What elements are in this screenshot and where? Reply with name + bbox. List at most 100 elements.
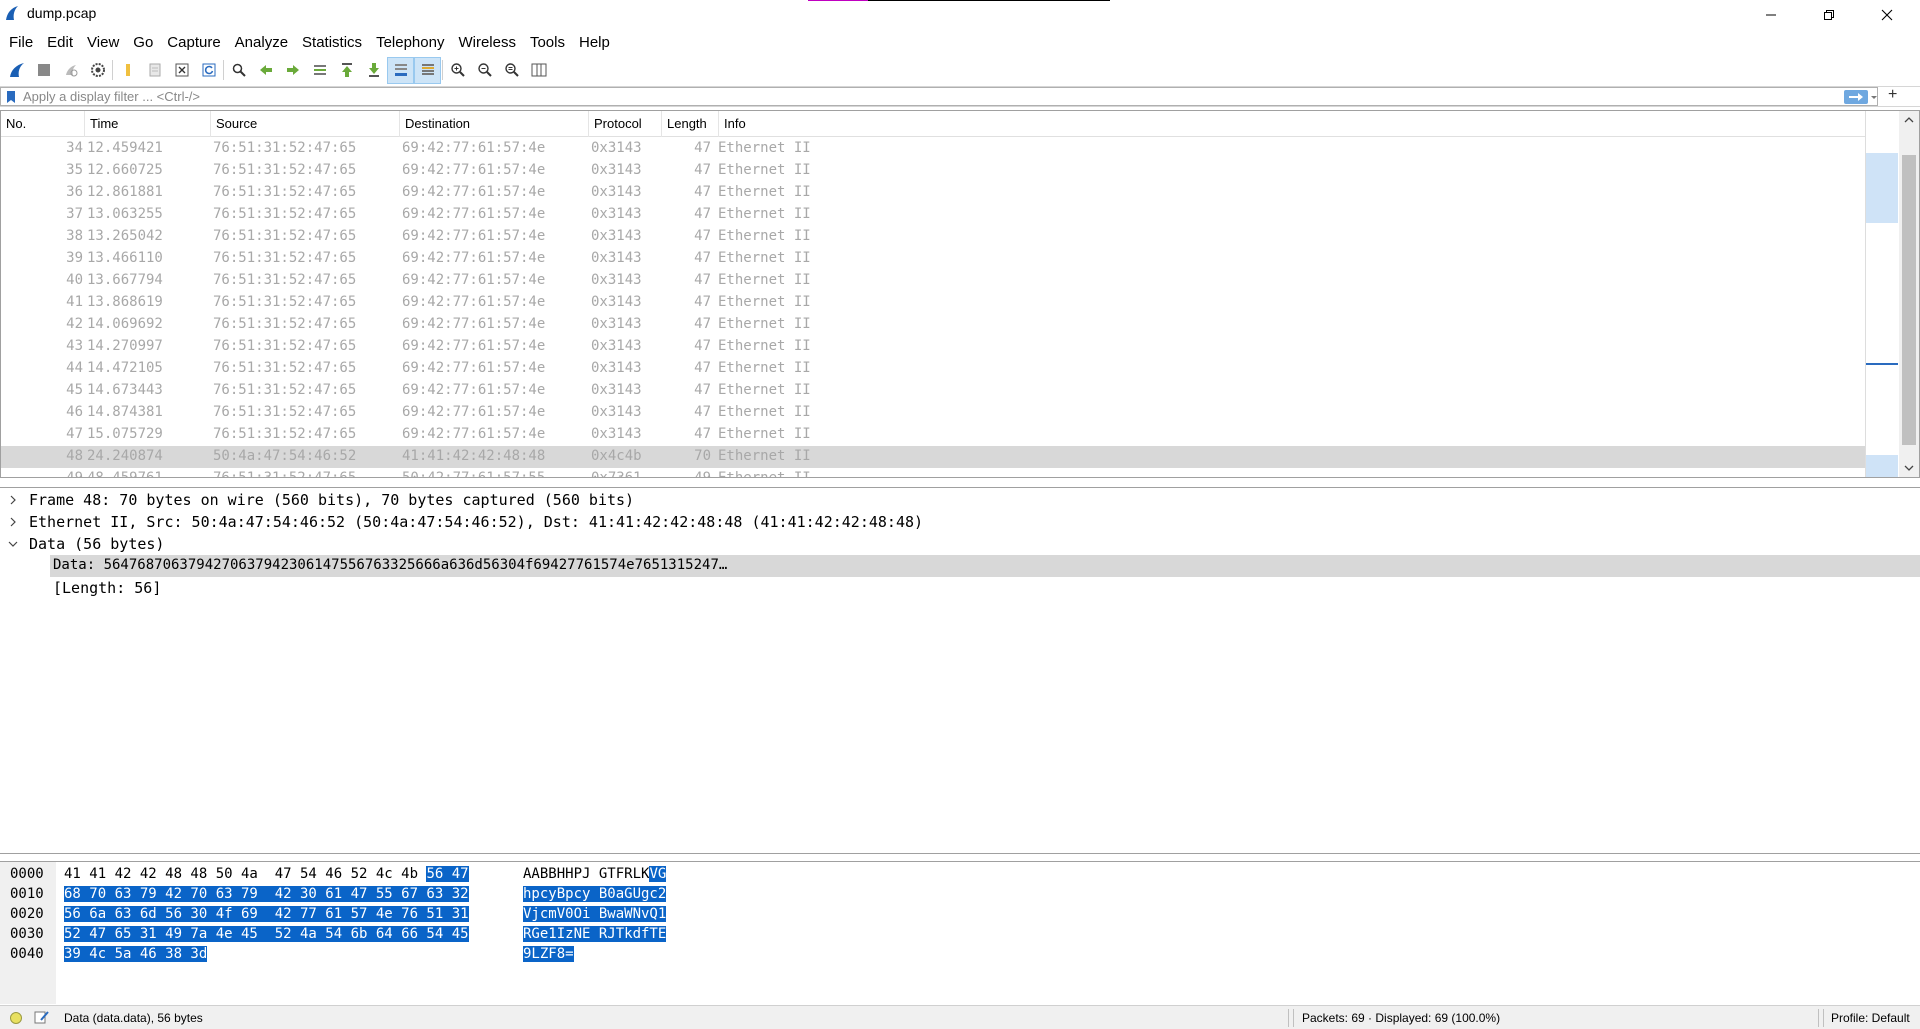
tree-item-length[interactable]: [Length: 56] — [0, 577, 1920, 599]
restart-capture-button[interactable] — [57, 57, 84, 84]
packet-row[interactable]: 37 13.063255 76:51:31:52:47:65 69:42:77:61:… — [1, 204, 1865, 226]
menu-view[interactable]: View — [80, 32, 126, 53]
packet-row[interactable]: 40 13.667794 76:51:31:52:47:65 69:42:77:61:… — [1, 270, 1865, 292]
ascii-bytes[interactable]: hpcyBpcy B0aGUgc2 — [523, 886, 667, 902]
add-filter-button[interactable]: + — [1888, 86, 1897, 104]
save-file-button[interactable] — [141, 57, 168, 84]
stop-capture-button[interactable] — [30, 57, 57, 84]
cell-info: Ethernet II — [718, 316, 811, 332]
close-file-button[interactable] — [168, 57, 195, 84]
cell-source: 76:51:31:52:47:65 — [213, 272, 357, 288]
chevron-right-icon[interactable] — [6, 493, 20, 507]
menu-help[interactable]: Help — [572, 32, 617, 53]
zoom-in-button[interactable] — [444, 57, 471, 84]
cell-no: 39 — [66, 250, 83, 266]
close-button[interactable] — [1864, 0, 1910, 29]
colorize-button[interactable] — [414, 56, 441, 84]
tree-item-data-value[interactable]: Data: 5647687063794270637942306147556763… — [0, 555, 1920, 577]
status-divider — [1288, 1009, 1289, 1027]
resize-columns-button[interactable] — [525, 57, 552, 84]
start-capture-button[interactable] — [3, 57, 30, 84]
go-forward-button[interactable] — [279, 57, 306, 84]
open-file-button[interactable] — [114, 57, 141, 84]
hex-bytes[interactable]: 52 47 65 31 49 7a 4e 45 52 4a 54 6b 64 6… — [64, 926, 469, 942]
menu-file[interactable]: File — [2, 32, 40, 53]
cell-protocol: 0x3143 — [591, 338, 642, 354]
ascii-bytes[interactable]: RGe1IzNE RJTkdfTE — [523, 926, 667, 942]
save-file-icon — [149, 63, 160, 77]
reload-file-button[interactable] — [195, 57, 222, 84]
menu-telephony[interactable]: Telephony — [369, 32, 451, 53]
edit-comment-icon[interactable] — [34, 1010, 50, 1024]
packet-row[interactable]: 35 12.660725 76:51:31:52:47:65 69:42:77:61:… — [1, 160, 1865, 182]
column-header-info[interactable]: Info — [719, 111, 1865, 137]
ascii-bytes[interactable]: VjcmV0Oi BwaWNvQ1 — [523, 906, 667, 922]
column-header-destination[interactable]: Destination — [400, 111, 589, 137]
menu-wireless[interactable]: Wireless — [451, 32, 523, 53]
column-header-length[interactable]: Length — [662, 111, 719, 137]
packet-row[interactable]: 36 12.861881 76:51:31:52:47:65 69:42:77:61:… — [1, 182, 1865, 204]
packet-row[interactable]: 41 13.868619 76:51:31:52:47:65 69:42:77:61:… — [1, 292, 1865, 314]
menu-tools[interactable]: Tools — [523, 32, 572, 53]
menu-capture[interactable]: Capture — [160, 32, 227, 53]
scrollbar-thumb[interactable] — [1902, 155, 1916, 445]
last-packet-button[interactable] — [360, 57, 387, 84]
packet-row[interactable]: 45 14.673443 76:51:31:52:47:65 69:42:77:61:… — [1, 380, 1865, 402]
minimize-button[interactable] — [1748, 0, 1794, 29]
chevron-down-icon[interactable] — [6, 537, 20, 551]
scroll-down-icon[interactable] — [1904, 463, 1914, 473]
cell-destination: 69:42:77:61:57:4e — [402, 272, 546, 288]
packet-list-scrollbar[interactable] — [1899, 111, 1919, 477]
status-profile[interactable]: Profile: Default — [1831, 1011, 1910, 1025]
bookmark-icon[interactable] — [6, 90, 16, 104]
scroll-up-icon[interactable] — [1904, 115, 1914, 125]
find-packet-button[interactable] — [225, 57, 252, 84]
cell-source: 76:51:31:52:47:65 — [213, 426, 357, 442]
cell-destination: 69:42:77:61:57:4e — [402, 206, 546, 222]
packet-row[interactable]: 42 14.069692 76:51:31:52:47:65 69:42:77:61:… — [1, 314, 1865, 336]
chevron-right-icon[interactable] — [6, 515, 20, 529]
autoscroll-button[interactable] — [387, 56, 414, 84]
restore-button[interactable] — [1806, 0, 1852, 29]
zoom-normal-button[interactable] — [498, 57, 525, 84]
apply-filter-button[interactable] — [1844, 90, 1868, 104]
menu-statistics[interactable]: Statistics — [295, 32, 369, 53]
hex-bytes[interactable]: 41 41 42 42 48 48 50 4a 47 54 46 52 4c 4… — [64, 866, 469, 882]
ascii-bytes[interactable]: 9LZF8= — [523, 946, 574, 962]
ascii-bytes[interactable]: AABBHHPJ GTFRLKVG — [523, 866, 667, 882]
packet-row[interactable]: 39 13.466110 76:51:31:52:47:65 69:42:77:61:… — [1, 248, 1865, 270]
capture-options-button[interactable] — [84, 57, 111, 84]
open-file-icon — [125, 64, 130, 76]
packet-row[interactable]: 49 48.459761 76:51:31:52:47:65 50:42:77:61:… — [1, 468, 1865, 477]
packet-row[interactable]: 48 24.240874 50:4a:47:54:46:52 41:41:42:42:… — [1, 446, 1865, 468]
column-header-time[interactable]: Time — [85, 111, 211, 137]
expert-info-led-icon[interactable] — [10, 1012, 22, 1024]
menu-analyze[interactable]: Analyze — [228, 32, 295, 53]
menu-edit[interactable]: Edit — [40, 32, 80, 53]
toolbar-separator — [442, 60, 443, 80]
go-back-button[interactable] — [252, 57, 279, 84]
hex-bytes[interactable]: 39 4c 5a 46 38 3d — [64, 946, 208, 962]
menu-go[interactable]: Go — [126, 32, 160, 53]
display-filter-input[interactable]: Apply a display filter ... <Ctrl-/> — [0, 87, 1878, 106]
go-to-packet-button[interactable] — [306, 57, 333, 84]
hex-bytes[interactable]: 68 70 63 79 42 70 63 79 42 30 61 47 55 6… — [64, 886, 469, 902]
packet-row[interactable]: 46 14.874381 76:51:31:52:47:65 69:42:77:61:… — [1, 402, 1865, 424]
packet-row[interactable]: 34 12.459421 76:51:31:52:47:65 69:42:77:61:… — [1, 138, 1865, 160]
tree-item-frame[interactable]: Frame 48: 70 bytes on wire (560 bits), 7… — [0, 489, 1920, 511]
packet-row[interactable]: 47 15.075729 76:51:31:52:47:65 69:42:77:61:… — [1, 424, 1865, 446]
zoom-out-button[interactable] — [471, 57, 498, 84]
packet-minimap[interactable] — [1865, 111, 1899, 477]
hex-bytes[interactable]: 56 6a 63 6d 56 30 4f 69 42 77 61 57 4e 7… — [64, 906, 469, 922]
column-header-no[interactable]: No. — [1, 111, 85, 137]
chevron-down-icon[interactable] — [1870, 91, 1878, 103]
packet-row[interactable]: 38 13.265042 76:51:31:52:47:65 69:42:77:61:… — [1, 226, 1865, 248]
first-packet-button[interactable] — [333, 57, 360, 84]
ascii-selected: VG — [649, 866, 667, 882]
column-header-protocol[interactable]: Protocol — [589, 111, 662, 137]
column-header-source[interactable]: Source — [211, 111, 400, 137]
tree-item-ethernet[interactable]: Ethernet II, Src: 50:4a:47:54:46:52 (50:… — [0, 511, 1920, 533]
packet-row[interactable]: 44 14.472105 76:51:31:52:47:65 69:42:77:61:… — [1, 358, 1865, 380]
packet-row[interactable]: 43 14.270997 76:51:31:52:47:65 69:42:77:61:… — [1, 336, 1865, 358]
tree-item-data[interactable]: Data (56 bytes) — [0, 533, 1920, 555]
